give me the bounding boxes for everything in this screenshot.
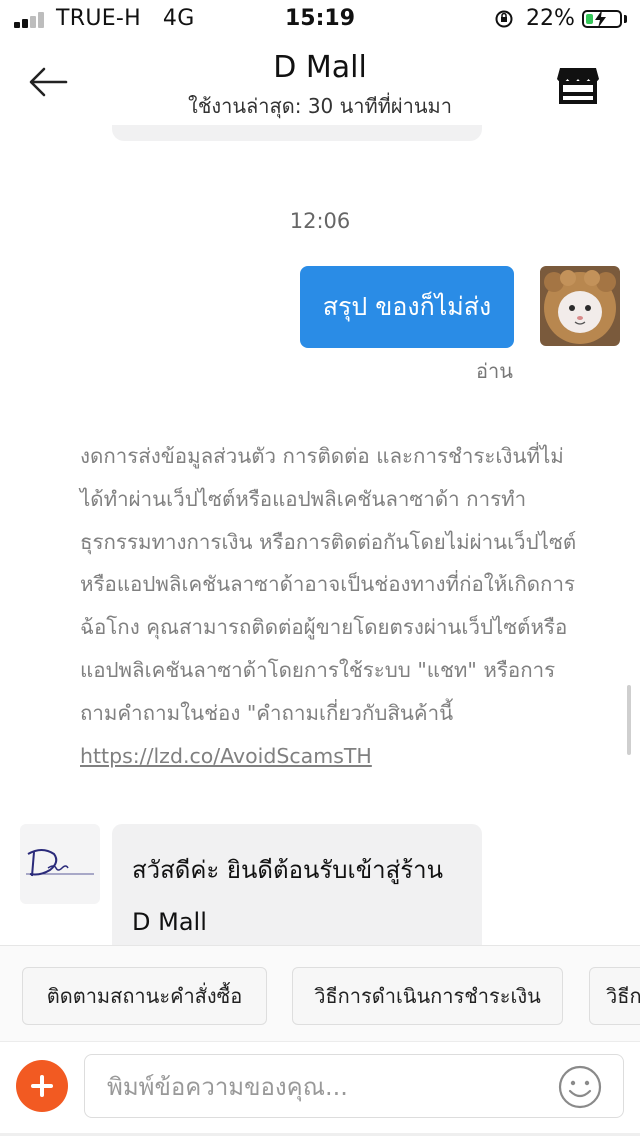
shop-message-text: สวัสดีค่ะ ยินดีต้อนรับเข้าสู่ร้าน D Mall: [132, 856, 444, 936]
message-timestamp: 12:06: [289, 209, 351, 233]
my-message-text: สรุป ของก็ไม่ส่ง: [322, 292, 492, 321]
rotation-lock-icon: [495, 10, 513, 28]
smiley-icon[interactable]: [558, 1065, 602, 1109]
cat-lion-avatar-icon: [540, 266, 620, 346]
chat-header: D Mall ใช้งานล่าสุด: 30 นาทีที่ผ่านมา: [0, 40, 640, 125]
message-input[interactable]: พิมพ์ข้อความของคุณ...: [84, 1054, 624, 1118]
last-active-status: ใช้งานล่าสุด: 30 นาทีที่ผ่านมา: [188, 94, 452, 118]
quick-reply-payment-method[interactable]: วิธีการดำเนินการชำระเงิน: [292, 967, 563, 1025]
scrollbar[interactable]: [627, 685, 631, 755]
message-input-bar: พิมพ์ข้อความของคุณ...: [0, 1041, 640, 1137]
charging-bolt-icon: [595, 10, 606, 28]
my-message-bubble[interactable]: สรุป ของก็ไม่ส่ง: [300, 266, 514, 348]
chat-title: D Mall: [273, 50, 367, 85]
quick-reply-partial[interactable]: วิธีก: [589, 967, 640, 1025]
battery-percent: 22%: [526, 6, 575, 31]
notice-link[interactable]: https://lzd.co/AvoidScamsTH: [80, 744, 372, 768]
previous-message-bubble: [112, 125, 482, 141]
dmall-logo-icon: [26, 849, 94, 877]
quick-reply-track-order[interactable]: ติดตามสถานะคำสั่งซื้อ: [22, 967, 267, 1025]
quick-replies-bar[interactable]: ติดตามสถานะคำสั่งซื้อ วิธีการดำเนินการชำ…: [0, 945, 640, 1042]
chat-messages[interactable]: 12:06 สรุป ของก็ไม่ส่ง อ่าน งดการส่งข้อม…: [0, 125, 640, 945]
user-avatar[interactable]: [540, 266, 620, 346]
status-bar: TRUE-H 4G 15:19 22%: [0, 0, 640, 40]
shop-avatar[interactable]: [20, 824, 100, 904]
read-receipt: อ่าน: [476, 359, 513, 383]
plus-icon[interactable]: [16, 1060, 68, 1112]
store-icon[interactable]: [556, 66, 600, 104]
notice-text: งดการส่งข้อมูลส่วนตัว การติดต่อ และการชำ…: [80, 444, 577, 725]
scam-warning-notice: งดการส่งข้อมูลส่วนตัว การติดต่อ และการชำ…: [80, 435, 580, 777]
shop-message-bubble[interactable]: สวัสดีค่ะ ยินดีต้อนรับเข้าสู่ร้าน D Mall: [112, 824, 482, 945]
battery-cap: [624, 15, 627, 23]
